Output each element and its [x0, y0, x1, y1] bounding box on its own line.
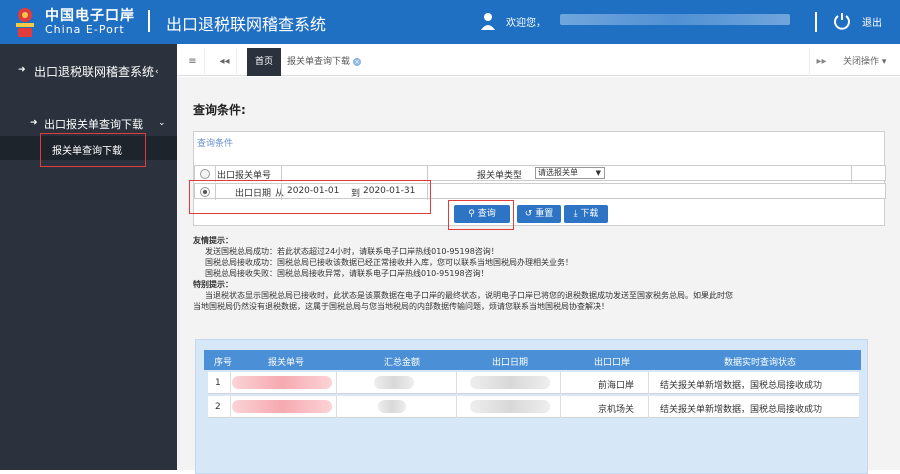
sidebar-item-label: 出口报关单查询下载 [44, 118, 143, 131]
cell-divider [456, 396, 457, 418]
redacted-declaration-no [232, 400, 332, 413]
cell-divider [230, 372, 231, 394]
tip-line: 国税总局接收成功：国税总局已接收该数据已经正常接收并入库，您可以联系当地国税局办… [205, 258, 573, 267]
sidebar-group-label: 出口退税联网稽查系统 [34, 65, 155, 79]
cell-status: 结关报关单新增数据，国税总局接收成功 [660, 381, 823, 391]
main-content: 查询条件: 查询条件 出口报关单号 报关单类型 请选报关单 ▼ 出口日期 从 2… [177, 77, 900, 474]
col-header: 出口日期 [492, 358, 529, 368]
header-divider-right [815, 12, 817, 32]
tips-section: 友情提示： 发送国税总局成功：若此状态超过24小时，请联系电子口岸热线010-9… [193, 235, 893, 312]
panel-title: 查询条件 [197, 139, 234, 149]
reset-button[interactable]: ↺ 重置 [517, 205, 561, 223]
header-divider [148, 10, 150, 32]
brand-name-en: China E-Port [45, 23, 125, 36]
caret-down-icon: ▼ [595, 169, 601, 177]
close-operations-label: 关闭操作 [843, 57, 880, 67]
special-tips-title: 特别提示： [193, 280, 233, 289]
cell-status: 结关报关单新增数据，国税总局接收成功 [660, 405, 823, 415]
col-header: 序号 [214, 358, 233, 368]
label-declaration-type: 报关单类型 [477, 171, 523, 181]
tip-line: 发送国税总局成功：若此状态超过24小时，请联系电子口岸热线010-95198咨询… [205, 247, 499, 256]
cell-port: 京机场关 [598, 405, 635, 415]
declaration-type-select[interactable]: 请选报关单 ▼ [535, 167, 605, 179]
radio-declaration-no[interactable] [200, 169, 210, 179]
chevron-left-icon: ‹ [155, 67, 159, 77]
undo-icon: ↺ [524, 209, 536, 219]
menu-toggle-icon[interactable]: ≡ [181, 48, 205, 76]
close-icon[interactable]: × [353, 57, 362, 66]
power-icon[interactable] [833, 12, 851, 30]
query-row-declaration: 出口报关单号 报关单类型 请选报关单 ▼ [194, 165, 886, 182]
sidebar: ➜ 出口退税联网稽查系统 ‹ ➜ 出口报关单查询下载 ⌄ 报关单查询下载 [0, 44, 177, 470]
tab-home[interactable]: 首页 [247, 48, 281, 76]
cell-divider [851, 166, 852, 182]
welcome-text: 欢迎您， [506, 18, 546, 29]
sidebar-group-system[interactable]: ➜ 出口退税联网稽查系统 ‹ [0, 58, 177, 98]
col-header: 报关单号 [268, 358, 305, 368]
cell-divider [560, 396, 561, 418]
col-header: 出口口岸 [594, 358, 631, 368]
tip-line: 国税总局接收失败：国税总局接收异常，请联系电子口岸热线010-95198咨询！ [205, 269, 489, 278]
cell-divider [336, 372, 337, 394]
cell-port: 前海口岸 [598, 381, 635, 391]
user-icon [481, 13, 495, 30]
query-button[interactable]: ⚲ 查询 [454, 205, 510, 223]
col-header: 汇总金额 [384, 358, 421, 368]
app-title: 出口退税联网稽查系统 [166, 15, 327, 34]
cell-divider [336, 396, 337, 418]
tab-declaration-download[interactable]: 报关单查询下载 × [287, 48, 362, 76]
table-header: 序号 报关单号 汇总金额 出口日期 出口口岸 数据实时查询状态 [204, 350, 861, 370]
result-table: 序号 报关单号 汇总金额 出口日期 出口口岸 数据实时查询状态 1 前海口岸 结… [195, 339, 868, 474]
cell-no: 1 [215, 378, 221, 388]
table-row[interactable]: 2 京机场关 结关报关单新增数据，国税总局接收成功 [208, 396, 859, 418]
redacted-export-date [470, 400, 550, 413]
user-name-redacted [560, 14, 790, 25]
brand-name-cn: 中国电子口岸 [45, 8, 135, 24]
highlight-box [189, 180, 431, 214]
table-row[interactable]: 1 前海口岸 结关报关单新增数据，国税总局接收成功 [208, 372, 859, 394]
redacted-amount [378, 400, 406, 413]
highlight-box [40, 133, 146, 167]
chevron-down-icon: ⌄ [158, 118, 166, 128]
friendly-tips-title: 友情提示： [193, 236, 233, 245]
tab-label: 报关单查询下载 [287, 57, 351, 67]
close-operations-dropdown[interactable]: 关闭操作 ▾ [843, 48, 886, 76]
tip-line: 当地国税局仍然没有退税数据，这属于国税总局与您当地税局的内部数据传输问题，烦请您… [193, 302, 609, 311]
redacted-declaration-no [232, 376, 332, 389]
logout-link[interactable]: 退出 [862, 14, 882, 29]
search-icon: ⚲ [468, 209, 478, 219]
select-value: 请选报关单 [538, 168, 578, 177]
china-eport-logo [16, 8, 34, 37]
redacted-amount [374, 376, 414, 389]
cell-divider [560, 372, 561, 394]
tip-line: 当退税状态显示国税总局已接收时，此状态是该票数据在电子口岸的最终状态，说明电子口… [205, 291, 733, 300]
tab-next-icon[interactable]: ▸▸ [809, 48, 833, 76]
tab-bar: ≡ ◂◂ 首页 报关单查询下载 × ▸▸ 关闭操作 ▾ [177, 48, 900, 76]
top-header: 中国电子口岸 China E-Port 出口退税联网稽查系统 欢迎您， 退出 [0, 0, 900, 44]
cell-divider [230, 396, 231, 418]
redacted-export-date [470, 376, 550, 389]
tab-prev-icon[interactable]: ◂◂ [213, 48, 237, 76]
cell-divider [456, 372, 457, 394]
download-button[interactable]: ⤓ 下载 [564, 205, 608, 223]
col-header: 数据实时查询状态 [724, 358, 797, 368]
cell-divider [648, 396, 649, 418]
cell-no: 2 [215, 402, 221, 412]
query-title: 查询条件: [193, 103, 246, 117]
cell-divider [648, 372, 649, 394]
sign-in-icon: ➜ [30, 118, 38, 128]
